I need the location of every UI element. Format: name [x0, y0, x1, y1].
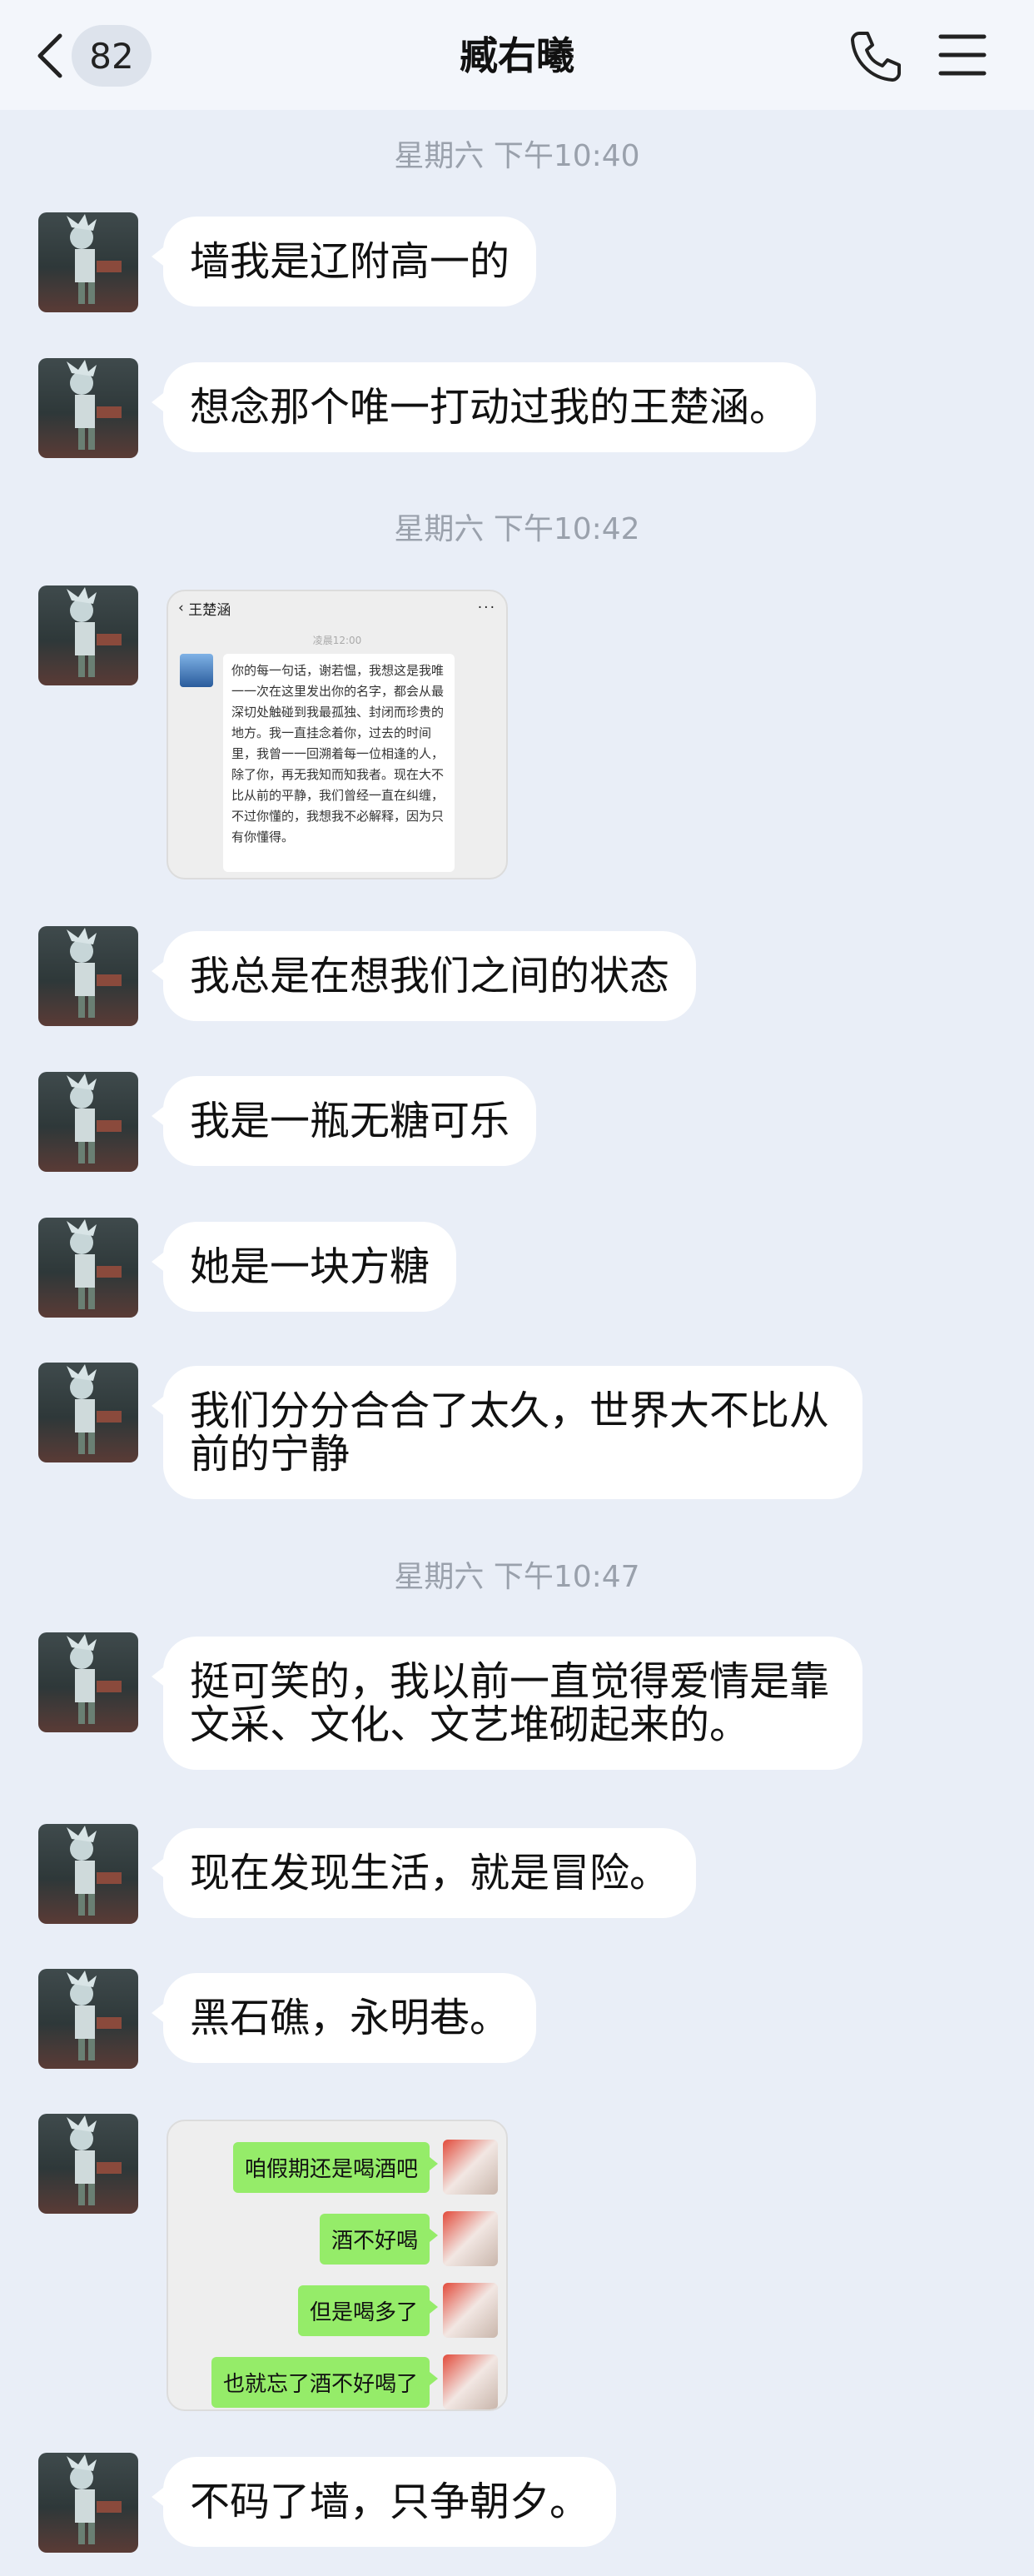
avatar-image: [67, 214, 122, 304]
screenshot-header: ‹ 王楚涵 ···: [168, 591, 506, 625]
timestamp: 星期六 下午10:47: [394, 1560, 640, 1594]
chevron-left-icon: ‹: [178, 600, 189, 616]
message-bubble[interactable]: 挺可笑的，我以前一直觉得爱情是靠文采、文化、文艺堆砌起来的。: [152, 1637, 862, 1770]
screenshot-message: 也就忘了酒不好喝了: [211, 2356, 439, 2408]
avatar-image: [67, 928, 122, 1018]
avatar[interactable]: [38, 2453, 138, 2553]
avatar-image: [67, 2454, 122, 2544]
screenshot-timestamp: 凌晨12:00: [312, 635, 362, 646]
avatar[interactable]: [38, 358, 138, 458]
screenshot-message: 但是喝多了: [297, 2285, 439, 2336]
message-bubble[interactable]: 不码了墙，只争朝夕。: [151, 2457, 617, 2547]
image-message[interactable]: ‹ 王楚涵 ··· 凌晨12:00 你的每一句话，谢若愠，我想这是我唯一一次在这…: [167, 590, 508, 879]
screenshot-chat-row: 也就忘了酒不好喝了: [168, 2346, 506, 2409]
more-icon: ···: [477, 600, 496, 616]
message-bubble[interactable]: 我是一瓶无糖可乐: [151, 1076, 537, 1166]
chat-header: 82 臧右曦: [0, 0, 1034, 110]
screenshot-avatar: [443, 2283, 498, 2338]
screenshot-avatar: [443, 2140, 498, 2195]
avatar-image: [67, 1074, 122, 1163]
screenshot-chat-row: 咱假期还是喝酒吧: [168, 2131, 506, 2203]
menu-icon[interactable]: [937, 32, 987, 78]
image-message[interactable]: 咱假期还是喝酒吧 酒不好喝 但是喝多了 也就忘了酒不好喝了: [167, 2120, 508, 2411]
screenshot-message: 咱假期还是喝酒吧: [232, 2141, 439, 2193]
avatar[interactable]: [38, 1969, 138, 2069]
message-bubble[interactable]: 墙我是辽附高一的: [151, 217, 537, 306]
screenshot-avatar: [180, 654, 213, 687]
avatar-image: [67, 1364, 122, 1454]
avatar-image: [67, 587, 122, 677]
message-bubble[interactable]: 我们分分合合了太久，世界大不比从前的宁静: [152, 1366, 862, 1499]
avatar[interactable]: [38, 212, 138, 312]
screenshot-avatar: [443, 2354, 498, 2409]
avatar[interactable]: [38, 926, 138, 1026]
screenshot-contact-name: 王楚涵: [188, 601, 231, 619]
avatar-image: [67, 1634, 122, 1724]
message-bubble[interactable]: 现在发现生活，就是冒险。: [151, 1828, 697, 1918]
avatar[interactable]: [38, 1824, 138, 1924]
message-bubble[interactable]: 我总是在想我们之间的状态: [151, 931, 697, 1021]
phone-icon[interactable]: [848, 28, 902, 83]
avatar[interactable]: [38, 1072, 138, 1172]
avatar[interactable]: [38, 1632, 138, 1732]
screenshot-chat-row: 酒不好喝: [168, 2203, 506, 2275]
message-bubble[interactable]: 黑石礁，永明巷。: [151, 1973, 537, 2063]
avatar[interactable]: [38, 1363, 138, 1462]
timestamp: 星期六 下午10:40: [394, 139, 640, 173]
timestamp: 星期六 下午10:42: [394, 512, 640, 546]
avatar[interactable]: [38, 1218, 138, 1318]
avatar-image: [67, 1219, 122, 1309]
screenshot-avatar: [443, 2211, 498, 2266]
screenshot-message: 你的每一句话，谢若愠，我想这是我唯一一次在这里发出你的名字，都会从最深切处触碰到…: [223, 654, 455, 872]
message-bubble[interactable]: 想念那个唯一打动过我的王楚涵。: [151, 362, 817, 452]
avatar-image: [67, 2115, 122, 2205]
avatar-image: [67, 360, 122, 450]
avatar-image: [67, 1971, 122, 2060]
screenshot-message: 酒不好喝: [319, 2213, 439, 2265]
avatar[interactable]: [38, 2114, 138, 2214]
screenshot-chat-row: 但是喝多了: [168, 2275, 506, 2346]
avatar[interactable]: [38, 585, 138, 685]
message-bubble[interactable]: 她是一块方糖: [151, 1222, 457, 1312]
avatar-image: [67, 1826, 122, 1916]
